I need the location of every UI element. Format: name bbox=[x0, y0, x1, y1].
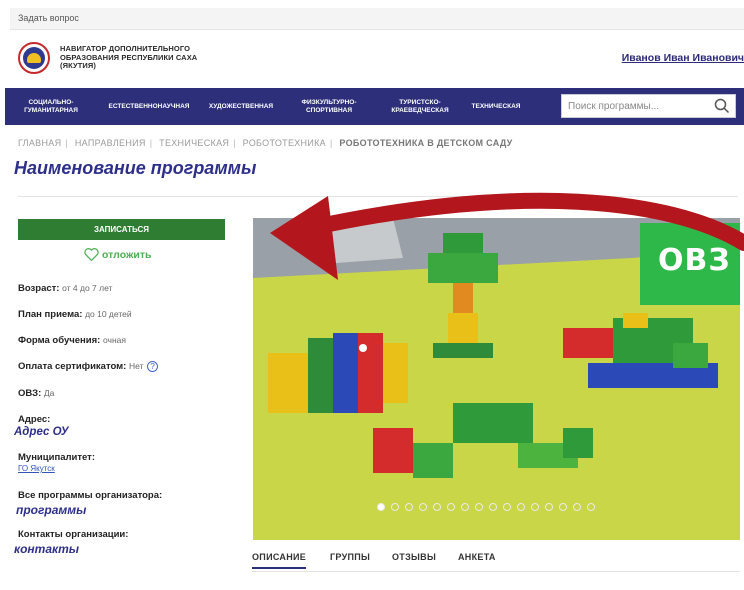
ask-question-link[interactable]: Задать вопрос bbox=[18, 13, 79, 23]
age-label: Возраст: bbox=[18, 283, 60, 294]
nav-label: ХУДОЖЕСТВЕННАЯ bbox=[208, 102, 274, 110]
intake-row: План приема: до 10 детей bbox=[18, 309, 132, 320]
ovz-row: ОВЗ: Да bbox=[18, 388, 54, 399]
municipality-label: Муниципалитет: bbox=[18, 452, 95, 463]
carousel-dot[interactable] bbox=[587, 503, 595, 511]
contacts-label-text: Контакты организации: bbox=[18, 529, 129, 540]
search-input[interactable] bbox=[562, 95, 712, 117]
municipality-link[interactable]: ГО Якутск bbox=[18, 464, 55, 473]
nav-label: ГУМАНИТАРНАЯ bbox=[24, 106, 78, 114]
divider bbox=[18, 196, 738, 197]
nav-label: ТЕХНИЧЕСКАЯ bbox=[471, 102, 521, 110]
enroll-button[interactable]: ЗАПИСАТЬСЯ bbox=[18, 219, 225, 240]
heart-icon bbox=[84, 248, 99, 261]
nav-label: СПОРТИВНАЯ bbox=[305, 106, 353, 114]
breadcrumb-item[interactable]: НАПРАВЛЕНИЯ bbox=[75, 138, 146, 148]
page-title: Наименование программы bbox=[14, 158, 257, 178]
municipality-label-text: Муниципалитет: bbox=[18, 452, 95, 463]
form-row: Форма обучения: очная bbox=[18, 335, 126, 346]
tab-survey[interactable]: АНКЕТА bbox=[458, 552, 496, 562]
carousel-dots bbox=[377, 503, 601, 511]
help-icon[interactable]: ? bbox=[147, 361, 159, 372]
contacts-label: Контакты организации: bbox=[18, 529, 128, 540]
program-photo-carousel[interactable]: ОВЗ bbox=[253, 218, 740, 540]
age-value: от 4 до 7 лет bbox=[62, 283, 113, 293]
carousel-dot[interactable] bbox=[405, 503, 413, 511]
search-icon[interactable] bbox=[714, 98, 730, 114]
address-label: Адрес: bbox=[18, 414, 50, 425]
postpone-button[interactable]: отложить bbox=[84, 248, 151, 261]
program-tabs: ОПИСАНИЕ ГРУППЫ ОТЗЫВЫ АНКЕТА bbox=[252, 548, 740, 572]
user-name-link[interactable]: Иванов Иван Иванович bbox=[622, 52, 744, 64]
certificate-value: Нет bbox=[129, 361, 144, 372]
breadcrumb-item[interactable]: ГЛАВНАЯ bbox=[18, 138, 61, 148]
nav-item-art[interactable]: ХУДОЖЕСТВЕННАЯ bbox=[201, 103, 281, 111]
all-programs-label-text: Все программы организатора: bbox=[18, 490, 163, 501]
carousel-dot[interactable] bbox=[559, 503, 567, 511]
breadcrumb-item[interactable]: РОБОТОТЕХНИКА bbox=[243, 138, 326, 148]
carousel-dot[interactable] bbox=[531, 503, 539, 511]
breadcrumb: ГЛАВНАЯ | НАПРАВЛЕНИЯ | ТЕХНИЧЕСКАЯ | РОБОТ… bbox=[18, 138, 513, 148]
nav-item-sport[interactable]: ФИЗКУЛЬТУРНО- СПОРТИВНАЯ bbox=[281, 99, 377, 115]
carousel-dot[interactable] bbox=[545, 503, 553, 511]
form-value: очная bbox=[102, 335, 126, 345]
ovz-label: ОВЗ: bbox=[18, 388, 42, 399]
address-label-text: Адрес: bbox=[18, 414, 51, 425]
carousel-dot[interactable] bbox=[433, 503, 441, 511]
brand-line: (ЯКУТИЯ) bbox=[60, 61, 96, 70]
breadcrumb-item[interactable]: ТЕХНИЧЕСКАЯ bbox=[159, 138, 229, 148]
nav-label: ТУРИСТСКО- bbox=[399, 98, 441, 106]
form-label: Форма обучения: bbox=[18, 335, 101, 346]
all-programs-label: Все программы организатора: bbox=[18, 490, 162, 501]
nav-label: СОЦИАЛЬНО- bbox=[28, 98, 74, 106]
coat-of-arms-logo[interactable] bbox=[18, 42, 50, 74]
ovz-value: Да bbox=[43, 388, 55, 398]
tab-reviews[interactable]: ОТЗЫВЫ bbox=[392, 552, 436, 562]
topbar: Задать вопрос bbox=[10, 8, 744, 30]
nav-item-tourism[interactable]: ТУРИСТСКО- КРАЕВЕДЧЕСКАЯ bbox=[377, 99, 463, 115]
carousel-dot[interactable] bbox=[461, 503, 469, 511]
carousel-dot[interactable] bbox=[489, 503, 497, 511]
nav-label: ФИЗКУЛЬТУРНО- bbox=[301, 98, 357, 106]
search-box bbox=[561, 94, 736, 118]
certificate-label: Оплата сертификатом: bbox=[18, 361, 127, 373]
certificate-row: Оплата сертификатом: Нет ? bbox=[18, 361, 159, 373]
intake-value: до 10 детей bbox=[85, 309, 132, 319]
brand-text[interactable]: НАВИГАТОР ДОПОЛНИТЕЛЬНОГО ОБРАЗОВАНИЯ РЕ… bbox=[60, 44, 197, 71]
ovz-badge: ОВЗ bbox=[640, 223, 740, 305]
carousel-dot[interactable] bbox=[517, 503, 525, 511]
carousel-dot[interactable] bbox=[391, 503, 399, 511]
carousel-dot[interactable] bbox=[419, 503, 427, 511]
contacts-link[interactable]: контакты bbox=[14, 542, 79, 556]
header: НАВИГАТОР ДОПОЛНИТЕЛЬНОГО ОБРАЗОВАНИЯ РЕ… bbox=[10, 32, 744, 86]
breadcrumb-current: РОБОТОТЕХНИКА В ДЕТСКОМ САДУ bbox=[339, 138, 513, 148]
address-link[interactable]: Адрес ОУ bbox=[14, 426, 69, 438]
age-row: Возраст: от 4 до 7 лет bbox=[18, 283, 112, 294]
carousel-dot[interactable] bbox=[503, 503, 511, 511]
tab-groups[interactable]: ГРУППЫ bbox=[330, 552, 370, 562]
carousel-dot[interactable] bbox=[475, 503, 483, 511]
carousel-dot[interactable] bbox=[447, 503, 455, 511]
postpone-label: отложить bbox=[102, 248, 152, 261]
tab-description[interactable]: ОПИСАНИЕ bbox=[252, 552, 307, 569]
all-programs-link[interactable]: программы bbox=[16, 503, 86, 517]
carousel-dot[interactable] bbox=[377, 503, 385, 511]
nav-label: КРАЕВЕДЧЕСКАЯ bbox=[391, 106, 449, 114]
intake-label: План приема: bbox=[18, 309, 83, 320]
nav-item-technical[interactable]: ТЕХНИЧЕСКАЯ bbox=[463, 103, 529, 111]
main-nav: СОЦИАЛЬНО- ГУМАНИТАРНАЯ ЕСТЕСТВЕННОНАУЧН… bbox=[5, 88, 744, 125]
nav-item-science[interactable]: ЕСТЕСТВЕННОНАУЧНАЯ bbox=[97, 103, 201, 111]
nav-item-social[interactable]: СОЦИАЛЬНО- ГУМАНИТАРНАЯ bbox=[5, 99, 97, 115]
nav-label: ЕСТЕСТВЕННОНАУЧНАЯ bbox=[108, 102, 190, 110]
carousel-dot[interactable] bbox=[573, 503, 581, 511]
